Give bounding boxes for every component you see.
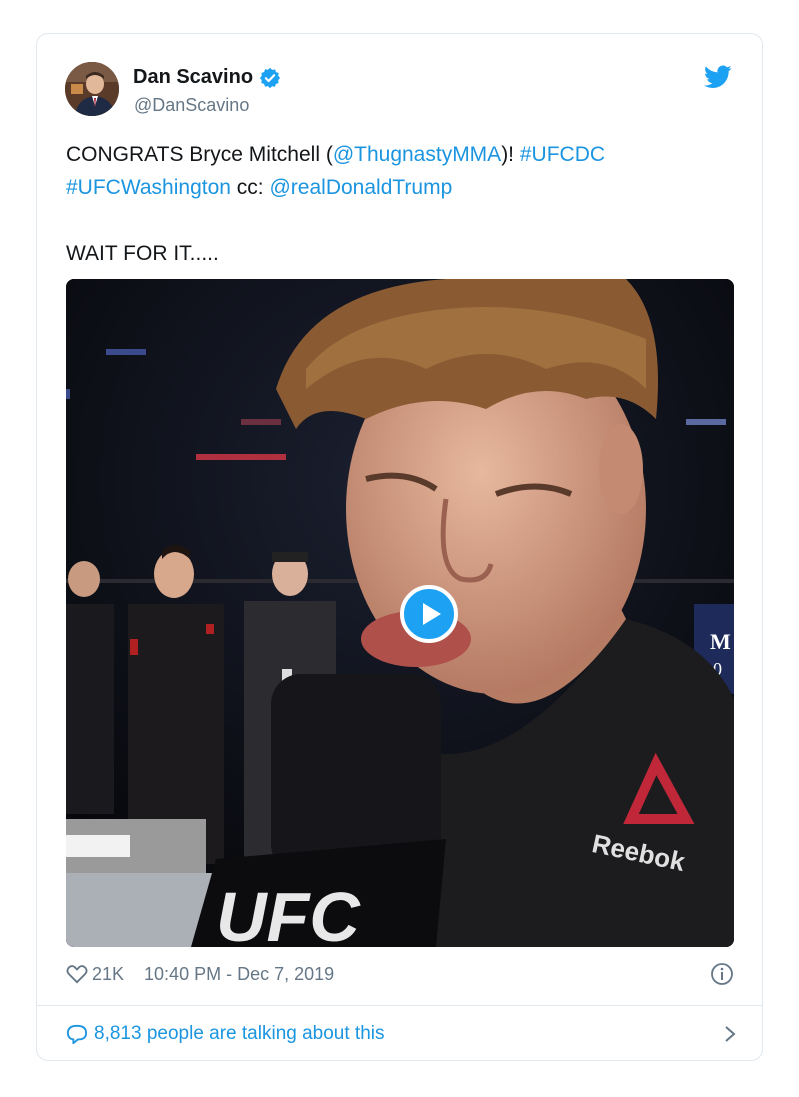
tweet-text-mid: )! xyxy=(501,143,520,166)
svg-text:M: M xyxy=(710,629,731,654)
play-icon xyxy=(423,603,441,625)
tweet-meta-row: 21K 10:40 PM - Dec 7, 2019 xyxy=(66,959,736,989)
mention-thugnastymma[interactable]: @ThugnastyMMA xyxy=(333,143,501,166)
hashtag-ufcwashington[interactable]: #UFCWashington xyxy=(66,176,231,199)
mic-ufc-logo: UFC xyxy=(216,878,361,947)
like-count[interactable]: 21K xyxy=(92,964,124,985)
conversation-link[interactable]: 8,813 people are talking about this xyxy=(66,1019,736,1049)
play-button[interactable] xyxy=(400,585,458,643)
author-name-row[interactable]: Dan Scavino xyxy=(133,66,281,89)
heart-icon[interactable] xyxy=(66,964,88,984)
tweet-text-prefix: CONGRATS Bryce Mitchell ( xyxy=(66,143,333,166)
tweet-timestamp[interactable]: 10:40 PM - Dec 7, 2019 xyxy=(144,964,334,985)
tweet-text-cc: cc: xyxy=(230,176,270,199)
author-handle[interactable]: @DanScavino xyxy=(134,95,249,116)
tweet-card: Dan Scavino @DanScavino CONGRATS Bryce M… xyxy=(36,33,763,1061)
twitter-bird-icon[interactable] xyxy=(704,65,732,89)
tweet-text: CONGRATS Bryce Mitchell (@ThugnastyMMA)!… xyxy=(66,138,736,270)
reply-bubble-icon xyxy=(66,1024,88,1044)
avatar[interactable] xyxy=(65,62,119,116)
talking-count-text[interactable]: 8,813 people are talking about this xyxy=(94,1023,385,1045)
tweet-text-line2: WAIT FOR IT..... xyxy=(66,242,219,265)
info-icon[interactable] xyxy=(710,962,734,986)
mention-realdonaldtrump[interactable]: @realDonaldTrump xyxy=(269,176,452,199)
video-player[interactable]: M 0 UFC Reebok xyxy=(66,279,734,947)
hashtag-ufcdc[interactable]: #UFCDC xyxy=(520,143,605,166)
author-display-name[interactable]: Dan Scavino xyxy=(133,66,253,89)
divider xyxy=(37,1005,762,1006)
verified-badge-icon xyxy=(259,67,281,88)
chevron-right-icon[interactable] xyxy=(724,1025,736,1043)
